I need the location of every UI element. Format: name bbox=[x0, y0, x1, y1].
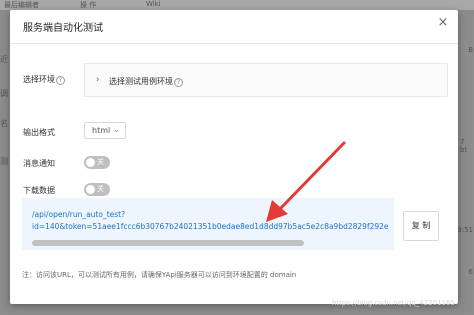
watermark: https://blog.csdn.net/qq_42201165 bbox=[332, 299, 455, 307]
red-annotation-arrow-icon bbox=[266, 141, 346, 222]
